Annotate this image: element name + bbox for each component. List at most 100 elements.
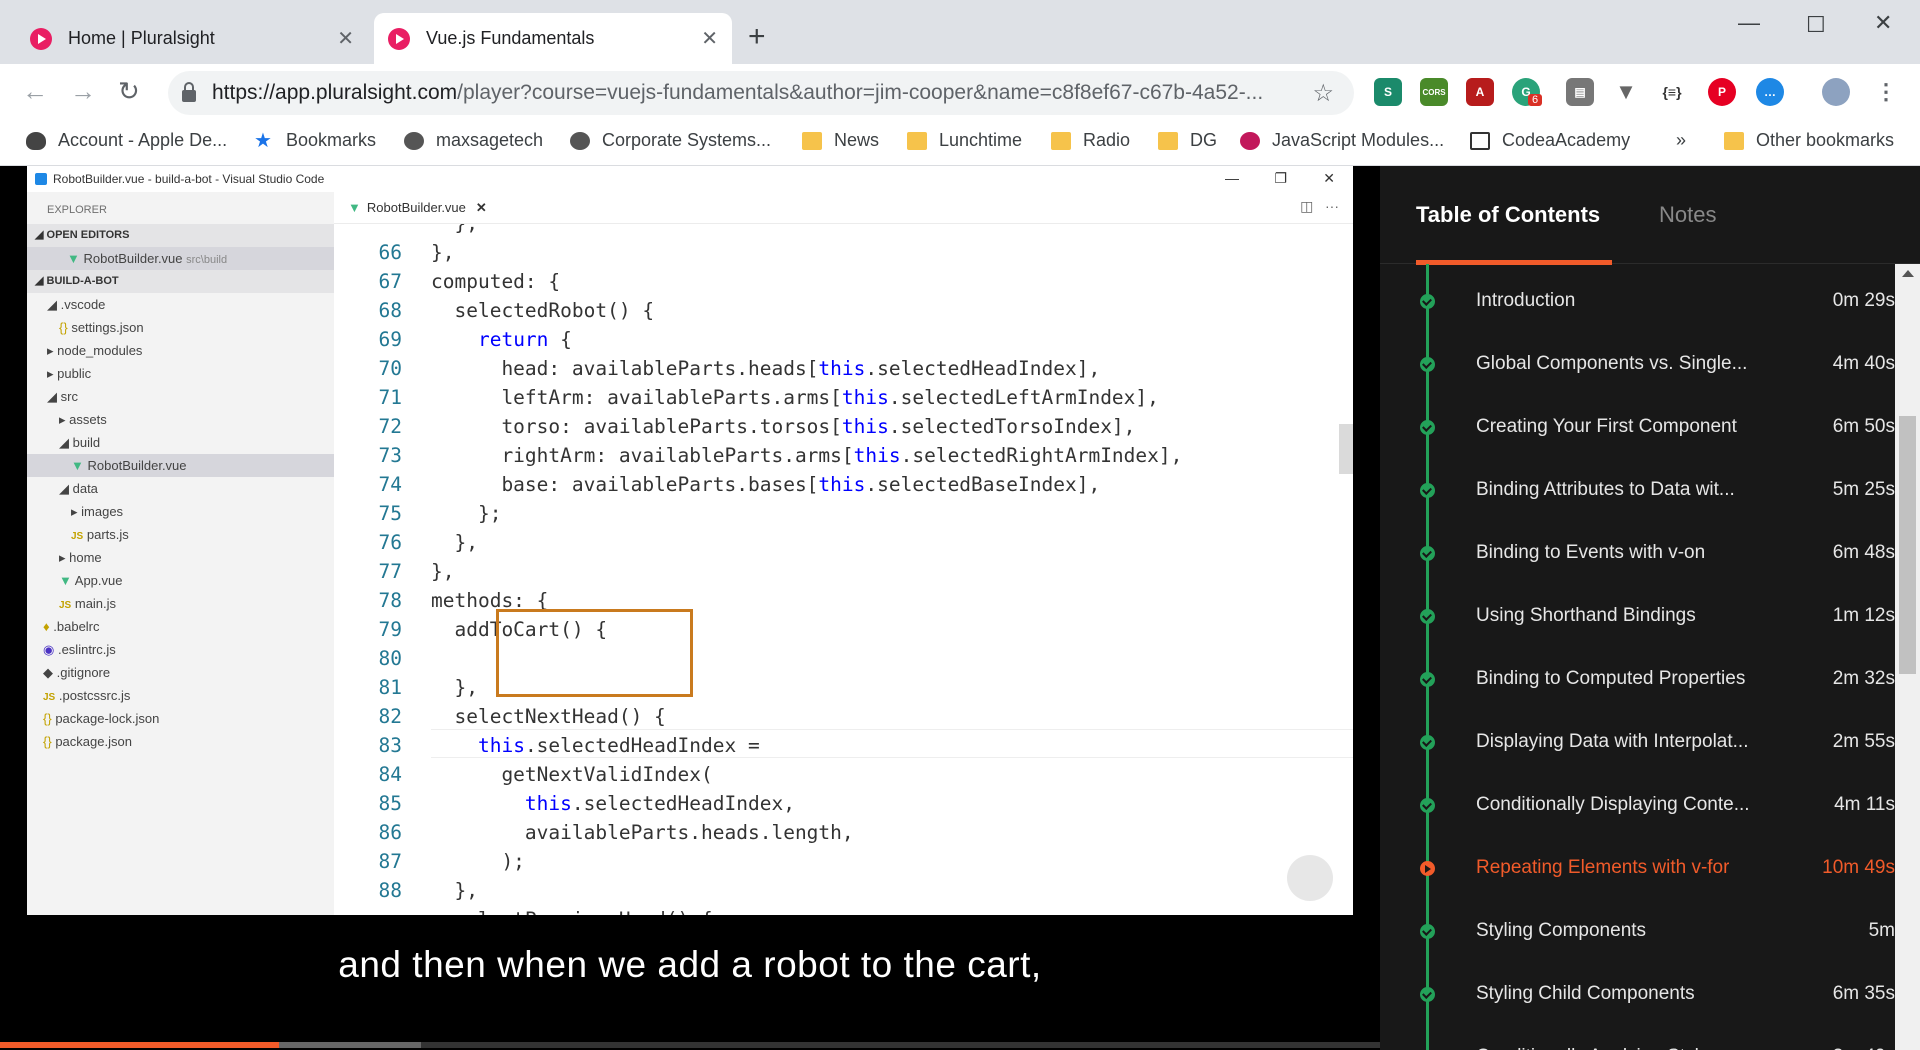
explorer-header: EXPLORER — [47, 204, 107, 216]
sidebar-scrollbar[interactable] — [1895, 264, 1920, 1050]
toc-item-current[interactable]: Repeating Elements with v-for 10m 49s — [1380, 843, 1895, 906]
scrollbar-thumb — [1339, 424, 1353, 474]
tree-label: package-lock.json — [55, 711, 160, 726]
menu-icon[interactable]: ⋮ — [1872, 78, 1900, 106]
check-icon — [1420, 420, 1435, 435]
scroll-up-arrow-icon[interactable] — [1902, 270, 1914, 277]
comment-extension-icon[interactable]: ▤ — [1566, 78, 1594, 106]
back-icon[interactable]: ← — [22, 76, 48, 107]
project-section: ◢ BUILD-A-BOT — [27, 270, 334, 293]
bookmark-folder[interactable]: News — [802, 130, 879, 151]
video-progress-bar[interactable] — [0, 1042, 1380, 1048]
bookmark-item[interactable]: Account - Apple De... — [26, 130, 227, 151]
tree-folder: ▸ node_modules — [47, 343, 143, 358]
maximize-icon[interactable]: ☐ — [1806, 12, 1826, 38]
scrollbar-thumb[interactable] — [1899, 416, 1916, 674]
toc-item-duration: 6m 35s — [1832, 983, 1895, 1004]
messenger-icon[interactable]: … — [1756, 78, 1784, 106]
bookmark-item[interactable]: Corporate Systems... — [570, 130, 771, 151]
toc-item[interactable]: Styling Components 5m — [1380, 906, 1895, 969]
check-icon — [1420, 294, 1435, 309]
code-line: base: availableParts.bases[this.selected… — [431, 473, 1101, 496]
tree-file: {} settings.json — [27, 316, 334, 339]
toc-item-duration: 5m 25s — [1832, 479, 1895, 500]
toc-item-title: Binding to Events with v-on — [1476, 542, 1706, 563]
bookmark-item[interactable]: maxsagetech — [404, 130, 543, 151]
profile-avatar[interactable] — [1822, 78, 1850, 106]
code-area: }, 66 }, 67 computed: { 68 selectedRobot… — [334, 224, 1353, 915]
vscode-icon — [35, 173, 47, 185]
pdf-extension-icon[interactable]: A — [1466, 78, 1494, 106]
bookmark-star-icon[interactable]: ☆ — [1312, 79, 1334, 108]
bookmarks-bar: Account - Apple De... ★ Bookmarks maxsage… — [0, 122, 1920, 166]
code-line: rightArm: availableParts.arms[this.selec… — [431, 444, 1183, 467]
vue-icon: ▼ — [348, 200, 361, 215]
tab-table-of-contents[interactable]: Table of Contents — [1416, 202, 1613, 265]
pinterest-icon[interactable]: P — [1708, 78, 1736, 106]
toc-item[interactable]: Using Shorthand Bindings 1m 12s — [1380, 591, 1895, 654]
address-bar[interactable]: https://app.pluralsight.com /player?cour… — [168, 71, 1354, 115]
toc-item[interactable]: Creating Your First Component 6m 50s — [1380, 402, 1895, 465]
toc-item-title: Using Shorthand Bindings — [1476, 605, 1696, 626]
bookmark-item[interactable]: ★ Bookmarks — [254, 130, 376, 151]
check-icon — [1420, 483, 1435, 498]
tree-label: RobotBuilder.vue — [87, 458, 187, 473]
reload-icon[interactable]: ↻ — [118, 76, 140, 107]
toc-item[interactable]: Global Components vs. Single... 4m 40s — [1380, 339, 1895, 402]
tab-home-pluralsight[interactable]: Home | Pluralsight ✕ — [16, 13, 368, 64]
bookmark-item[interactable]: CodeaAcademy — [1470, 130, 1630, 151]
tree-label: main.js — [74, 596, 117, 611]
extension-icon[interactable]: S — [1374, 78, 1402, 106]
js-icon: JS — [59, 600, 72, 611]
toc-item-title: Displaying Data with Interpolat... — [1476, 731, 1749, 752]
tree-label: data — [72, 481, 98, 496]
split-editor-icon: ◫ — [1300, 198, 1314, 214]
video-player[interactable]: RobotBuilder.vue - build-a-bot - Visual … — [0, 166, 1380, 1050]
close-icon: ✕ — [475, 199, 487, 215]
json-extension-icon[interactable]: {≡} — [1658, 78, 1686, 106]
file-path: src\build — [186, 254, 228, 266]
url-host: https://app.pluralsight.com — [212, 81, 458, 104]
toc-item[interactable]: Styling Child Components 6m 35s — [1380, 969, 1895, 1032]
check-icon — [1420, 546, 1435, 561]
close-icon[interactable]: ✕ — [337, 26, 354, 51]
git-icon: ◆ — [43, 665, 53, 680]
tree-folder: ▸ assets — [59, 412, 107, 427]
bookmark-label: maxsagetech — [436, 130, 544, 150]
line-number: 67 — [378, 270, 402, 293]
bookmark-folder[interactable]: Radio — [1051, 130, 1130, 151]
bookmark-folder[interactable]: DG — [1158, 130, 1217, 151]
cors-extension-icon[interactable]: CORS — [1420, 78, 1448, 106]
bookmark-folder[interactable]: Lunchtime — [907, 130, 1022, 151]
folder-icon — [1051, 131, 1071, 150]
forward-icon[interactable]: → — [70, 76, 96, 107]
toc-item[interactable]: Conditionally Displaying Conte... 4m 11s — [1380, 780, 1895, 843]
toc-item[interactable]: Introduction 0m 29s — [1380, 276, 1895, 339]
toc-item[interactable]: Displaying Data with Interpolat... 2m 55s — [1380, 717, 1895, 780]
line-number: 75 — [378, 502, 402, 525]
tree-label: images — [81, 504, 124, 519]
toc-item[interactable]: Binding to Computed Properties 2m 32s — [1380, 654, 1895, 717]
toc-item[interactable]: Conditionally Applying Styles ... 3m 40s — [1380, 1032, 1895, 1050]
toc-item[interactable]: Binding to Events with v-on 6m 48s — [1380, 528, 1895, 591]
code-line: head: availableParts.heads[this.selected… — [431, 357, 1101, 380]
new-tab-button[interactable]: + — [748, 20, 766, 54]
tab-notes[interactable]: Notes — [1659, 202, 1716, 228]
tab-vuejs-fundamentals[interactable]: Vue.js Fundamentals ✕ — [374, 13, 732, 64]
close-window-icon[interactable]: ✕ — [1874, 10, 1892, 36]
video-caption: and then when we add a robot to the cart… — [338, 944, 1042, 985]
toc-item[interactable]: Binding Attributes to Data wit... 5m 25s — [1380, 465, 1895, 528]
bookmark-item[interactable]: JavaScript Modules... — [1240, 130, 1444, 151]
vue-devtools-icon[interactable]: ▼ — [1612, 78, 1640, 106]
toc-item-duration: 4m 11s — [1834, 794, 1895, 815]
pluralsight-icon — [388, 27, 410, 50]
more-bookmarks-button[interactable]: » — [1676, 130, 1686, 151]
close-icon[interactable]: ✕ — [701, 26, 718, 51]
code-line: }, — [431, 531, 478, 554]
code-line: }, — [431, 879, 478, 902]
toc-item-duration: 5m — [1868, 920, 1895, 941]
tree-label: .postcssrc.js — [58, 688, 131, 703]
toc-item-duration: 10m 49s — [1822, 857, 1895, 878]
bookmark-folder[interactable]: Other bookmarks — [1724, 130, 1894, 151]
minimize-icon[interactable]: — — [1738, 10, 1760, 36]
